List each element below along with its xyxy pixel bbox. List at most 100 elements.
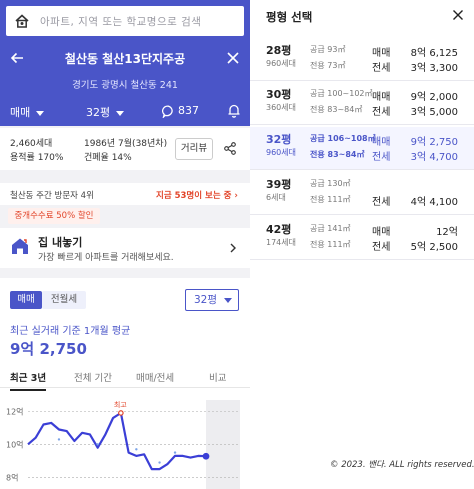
sale-label: 매매 [372, 48, 391, 59]
comments-button[interactable]: 837 [161, 104, 199, 119]
visitor-rank: 철산동 주간 방문자 4위 [10, 191, 94, 201]
bell-icon[interactable] [227, 103, 241, 118]
apartment-info: 2,460세대 용적률 170% 1986년 7월(38년차) 건폐율 14% … [0, 128, 250, 170]
peak-marker [118, 410, 124, 416]
area-row-28평[interactable]: 28평 960세대 공급 93㎡ 전용 73㎡ 매매 8억 6,125 전세 3억 3,300 [250, 38, 474, 81]
y-tick-label: 12억 [6, 406, 24, 416]
area-row-42평[interactable]: 42평 174세대 공급 141㎡ 전용 111㎡ 매매 12억 전세 5억 2,500 [250, 217, 474, 260]
chart-shade [206, 400, 240, 489]
area-households: 6세대 [266, 193, 286, 202]
live-viewers-link[interactable]: 지금 53명이 보는 중 › [156, 189, 238, 201]
search-box[interactable]: 아파트, 지역 또는 학교명으로 검색 [6, 6, 244, 36]
jeonse-price: 3억 3,300 [410, 63, 458, 74]
sale-price: 9억 2,000 [410, 92, 458, 103]
jeonse-label: 전세 [372, 197, 391, 208]
price-chart: 12억 10억 8억 최고 [6, 400, 240, 489]
chevron-right-icon [230, 243, 236, 253]
exclusive-area: 전용 83~84㎡ [310, 150, 365, 159]
speech-bubble-icon [161, 105, 173, 119]
supply-area: 공급 130㎡ [310, 179, 351, 188]
visitor-rank-bar: 철산동 주간 방문자 4위 지금 53명이 보는 중 › [0, 183, 250, 205]
area-pyeong: 32평 [266, 133, 292, 146]
price-line [27, 411, 207, 471]
tab-sale[interactable]: 매매 [10, 291, 42, 309]
back-arrow-icon[interactable] [10, 51, 24, 65]
header-filter-row: 매매 32평 837 [0, 98, 250, 126]
jeonse-label: 전세 [372, 107, 391, 118]
area-pyeong: 30평 [266, 88, 292, 101]
tab-recent-3-years[interactable]: 최근 3년 [10, 370, 47, 391]
exclusive-area: 전용 111㎡ [310, 240, 351, 249]
close-icon[interactable] [452, 9, 464, 21]
apartment-address: 경기도 광명시 철산동 241 [72, 80, 178, 91]
jeonse-price: 5억 2,500 [410, 242, 458, 253]
tab-all-period[interactable]: 전체 기간 [74, 370, 112, 384]
sale-price: 8억 6,125 [410, 48, 458, 59]
apartment-detail-panel: 아파트, 지역 또는 학교명으로 검색 철산동 철산13단지주공 경기도 광명시… [0, 0, 250, 489]
copyright: © 2023. 밴다. ALL rights reserved. [330, 460, 474, 470]
y-tick-label: 8억 [6, 472, 18, 482]
price-section: 매매 전월세 32평 최근 실거래 기준 1개월 평균 9억 2,750 최근 … [0, 278, 250, 489]
sale-price: 9억 2,750 [410, 137, 458, 148]
home-icon[interactable] [14, 13, 30, 29]
search-input[interactable]: 아파트, 지역 또는 학교명으로 검색 [40, 14, 201, 29]
top-bar: 아파트, 지역 또는 학교명으로 검색 [0, 0, 250, 42]
list-home-title: 집 내놓기 [38, 236, 83, 249]
tab-rent[interactable]: 전월세 [42, 291, 86, 309]
commission-discount-badge: 중개수수료 50% 할인 [8, 208, 100, 224]
jeonse-price: 3억 5,000 [410, 107, 458, 118]
apartment-title: 철산동 철산13단지주공 [64, 52, 186, 66]
tab-compare[interactable]: 비교 [209, 370, 226, 384]
peak-label: 최고 [114, 400, 127, 409]
area-households: 360세대 [266, 103, 296, 112]
distance-view-button[interactable]: 거리뷰 [175, 138, 213, 160]
chevron-down-icon [36, 110, 45, 116]
area-pyeong: 42평 [266, 223, 292, 236]
households: 2,460세대 [10, 139, 53, 149]
chevron-down-icon [224, 298, 232, 303]
sample-point [135, 448, 138, 451]
share-icon[interactable] [224, 142, 236, 155]
area-pyeong: 28평 [266, 44, 292, 57]
floor-area-ratio: 용적률 170% [10, 153, 64, 163]
area-pyeong: 39평 [266, 178, 292, 191]
approval-date: 1986년 7월(38년차) [84, 139, 168, 149]
jeonse-label: 전세 [372, 63, 391, 74]
sale-label: 매매 [372, 92, 391, 103]
sale-label: 매매 [372, 137, 391, 148]
period-tabs: 최근 3년 전체 기간 매매/전세 비교 [0, 364, 250, 391]
trade-type-dropdown[interactable]: 매매 [10, 104, 45, 120]
supply-area: 공급 93㎡ [310, 45, 346, 54]
area-row-39평[interactable]: 39평 6세대 공급 130㎡ 전용 111㎡ 전세 4억 4,100 [250, 172, 474, 215]
area-households: 960세대 [266, 148, 296, 157]
area-dropdown[interactable]: 32평 [86, 104, 125, 120]
sample-point [158, 461, 161, 464]
area-row-30평[interactable]: 30평 360세대 공급 100~102㎡ 전용 83~84㎡ 매매 9억 2,000 전세… [250, 82, 474, 125]
area-row-32평[interactable]: 32평 960세대 공급 106~108㎡ 전용 83~84㎡ 매매 9억 2,750 전세… [250, 127, 474, 170]
supply-area: 공급 100~102㎡ [310, 89, 373, 98]
area-households: 960세대 [266, 59, 296, 68]
tab-sale-jeonse[interactable]: 매매/전세 [136, 370, 174, 384]
list-my-home-banner[interactable]: 집 내놓기 가장 빠르게 아파트를 거래해보세요. [0, 228, 250, 268]
jeonse-label: 전세 [372, 242, 391, 253]
sale-label: 매매 [372, 227, 391, 238]
jeonse-price: 3억 4,700 [410, 152, 458, 163]
sample-point [96, 443, 99, 446]
sale-price: 12억 [436, 227, 458, 238]
jeonse-price: 4억 4,100 [410, 197, 458, 208]
area-select-panel: 평형 선택 28평 960세대 공급 93㎡ 전용 73㎡ 매매 8억 6,125 전세 3억… [250, 0, 474, 489]
exclusive-area: 전용 111㎡ [310, 195, 351, 204]
coverage-ratio: 건폐율 14% [84, 153, 132, 163]
supply-area: 공급 141㎡ [310, 224, 351, 233]
apartment-header: 철산동 철산13단지주공 경기도 광명시 철산동 241 매매 32평 837 [0, 42, 250, 126]
chevron-down-icon [116, 110, 125, 116]
sample-point [57, 438, 61, 441]
close-icon[interactable] [226, 51, 240, 65]
sample-point [173, 451, 177, 454]
latest-point[interactable] [202, 452, 210, 460]
y-tick-label: 10억 [6, 439, 24, 449]
list-home-subtitle: 가장 빠르게 아파트를 거래해보세요. [38, 253, 174, 263]
supply-area: 공급 106~108㎡ [310, 134, 376, 143]
area-select[interactable]: 32평 [185, 289, 239, 311]
exclusive-area: 전용 83~84㎡ [310, 105, 363, 114]
